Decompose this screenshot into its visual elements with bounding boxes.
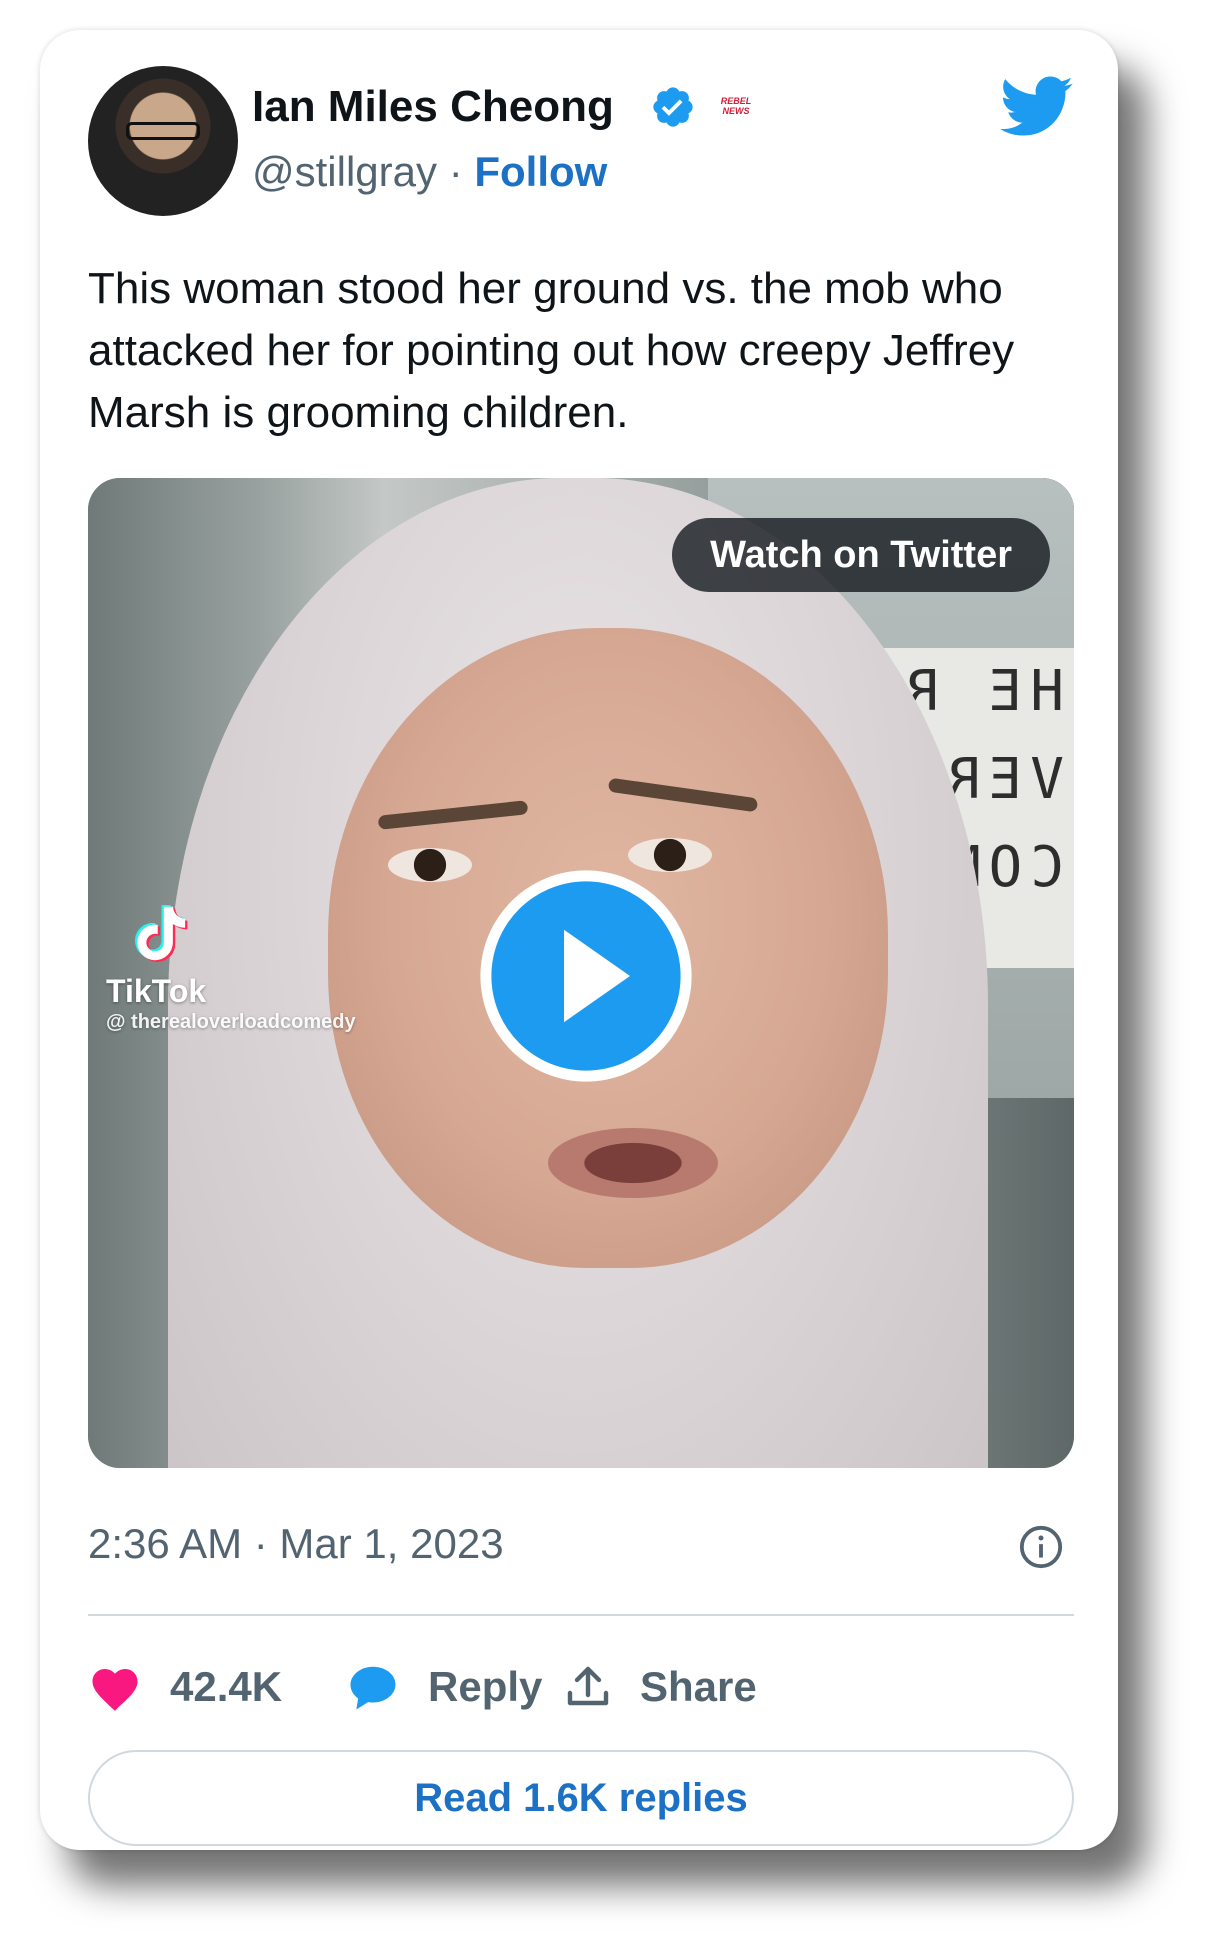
info-icon[interactable]: [1018, 1524, 1064, 1570]
reply-bubble-icon: [350, 1666, 396, 1710]
subject-mouth: [548, 1128, 718, 1198]
heart-icon: [92, 1669, 138, 1711]
play-icon[interactable]: [476, 866, 696, 1086]
author-name[interactable]: Ian Miles Cheong: [252, 82, 614, 132]
avatar-glasses: [126, 122, 200, 140]
tweet-text: This woman stood her ground vs. the mob …: [88, 264, 1015, 437]
left-eye: [388, 848, 472, 882]
author-handle[interactable]: @stillgray: [252, 148, 437, 195]
read-replies-button[interactable]: Read 1.6K replies: [88, 1750, 1074, 1846]
share-upload-icon: [567, 1666, 609, 1706]
profile-avatar[interactable]: [88, 66, 238, 216]
tweet-timestamp[interactable]: 2:36 AM · Mar 1, 2023: [88, 1520, 504, 1568]
tiktok-brand-text: TikTok: [106, 973, 207, 1009]
share-label: Share: [640, 1663, 757, 1710]
like-button[interactable]: 42.4K: [88, 1650, 282, 1724]
action-divider: [88, 1614, 1074, 1616]
author-handle-row: @stillgray · Follow: [252, 148, 607, 196]
reply-label: Reply: [428, 1663, 543, 1710]
share-button[interactable]: Share: [564, 1650, 757, 1724]
affiliate-badge[interactable]: REBEL NEWS: [712, 96, 760, 122]
tiktok-logo-icon: [134, 905, 188, 962]
follow-button[interactable]: Follow: [474, 148, 607, 195]
verified-badge-icon: [653, 87, 693, 127]
tweet-card: Ian Miles Cheong REBEL NEWS @stillgray ·…: [40, 30, 1118, 1850]
watch-on-twitter-button[interactable]: Watch on Twitter: [672, 518, 1050, 592]
likes-count: 42.4K: [170, 1663, 283, 1710]
tiktok-watermark: TikTok @ therealoverloadcomedy: [106, 898, 356, 1035]
handle-separator: ·: [448, 148, 463, 195]
tiktok-username: @ therealoverloadcomedy: [106, 1011, 356, 1033]
tweet-actions: 42.4K Reply Share: [88, 1650, 1074, 1724]
video-media[interactable]: HE REA VERLO COME Watch on Twitter TikTo…: [88, 478, 1074, 1468]
twitter-bird-icon[interactable]: [1000, 76, 1074, 138]
reply-button[interactable]: Reply: [346, 1650, 542, 1724]
